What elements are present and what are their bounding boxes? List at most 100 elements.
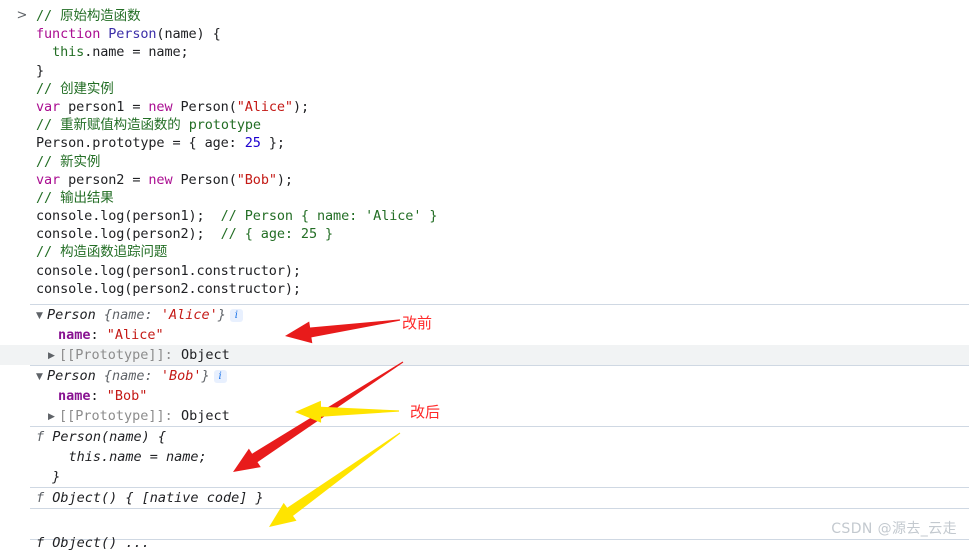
annotation-label: 改后 (410, 403, 441, 421)
function-source-text: } (52, 469, 61, 485)
disclosure-triangle-open-icon[interactable]: ▼ (36, 367, 47, 387)
function-result-line[interactable]: f Person(name) { (0, 427, 969, 447)
code-token: new (148, 171, 173, 188)
object-preview: {name: 'Alice'} (104, 307, 226, 323)
code-token: "Bob" (236, 171, 277, 188)
code-line: console.log(person2.constructor); (36, 280, 969, 298)
devtools-console-panel: > // 原始构造函数 function Person(name) { this.… (0, 0, 969, 551)
code-token: console.log(person1); (36, 208, 205, 225)
property-key: name (58, 388, 91, 404)
result-separator (30, 508, 969, 509)
preview-value: 'Alice' (160, 307, 218, 323)
prototype-value: Object (180, 347, 230, 363)
object-prototype-row[interactable]: ▶ [[Prototype]]: Object (0, 406, 969, 426)
code-token: var (36, 98, 61, 115)
info-badge-icon[interactable]: i (213, 370, 227, 383)
code-token: console.log(person2.constructor); (36, 280, 301, 297)
prototype-value: Object (180, 408, 230, 424)
property-separator: : (90, 327, 107, 343)
code-line: console.log(person2); // { age: 25 } (36, 225, 969, 243)
code-token: // 重新赋值构造函数的 prototype (36, 117, 261, 134)
prototype-key: [[Prototype]] (59, 347, 165, 363)
preview-close: } (217, 307, 226, 323)
preview-open: {name: (103, 368, 161, 384)
function-source-text: Object() { [native code] } (52, 490, 264, 506)
function-marker-icon: f (36, 429, 53, 445)
code-line: console.log(person1); // Person { name: … (36, 207, 969, 225)
code-token: this (52, 44, 85, 61)
watermark: CSDN @源去_云走 (831, 521, 957, 537)
disclosure-triangle-open-icon[interactable]: ▼ (36, 306, 47, 326)
annotation-label: 改前 (402, 314, 433, 332)
code-token: // 输出结果 (36, 189, 114, 206)
code-token: // { age: 25 } (204, 226, 334, 243)
prototype-key: [[Prototype]] (59, 408, 165, 424)
prototype-separator: : (164, 408, 181, 424)
code-token: Person( (172, 171, 237, 188)
code-token: ); (292, 98, 309, 115)
code-line: var person1 = new Person("Alice"); (36, 98, 969, 116)
object-header-row[interactable]: ▼ Person {name: 'Alice'} i (0, 305, 969, 325)
code-token: Person.prototype = { age: (36, 135, 245, 152)
info-badge-icon[interactable]: i (229, 309, 243, 322)
code-token: // 原始构造函数 (36, 8, 141, 24)
code-token: function (36, 26, 109, 43)
code-token: person2 = (60, 171, 149, 188)
code-line: console.log(person1.constructor); (36, 262, 969, 280)
object-constructor-name: Person (47, 307, 104, 323)
code-token: // 创建实例 (36, 80, 114, 97)
code-line: // 原始构造函数 (36, 7, 969, 25)
code-token: }; (260, 135, 285, 152)
object-prototype-row[interactable]: ▶ [[Prototype]]: Object (0, 345, 969, 365)
object-header-row[interactable]: ▼ Person {name: 'Bob'} i (0, 366, 969, 386)
code-token: console.log(person2); (36, 226, 205, 243)
function-marker-icon: f (36, 490, 53, 506)
object-result-group: ▼ Person {name: 'Alice'} i name: "Alice" ▶[[… (0, 305, 969, 365)
code-token: } (36, 62, 45, 79)
property-value: "Bob" (106, 388, 148, 404)
prompt-chevron-icon: > (16, 8, 28, 23)
disclosure-triangle-closed-icon[interactable]: ▶ (48, 346, 59, 366)
function-result-line[interactable]: this.name = name; (0, 447, 969, 467)
console-source-code: // 原始构造函数 function Person(name) { this.na… (0, 7, 969, 298)
function-result-group: f Object() { [native code] } (0, 488, 969, 508)
code-line: // 新实例 (36, 153, 969, 171)
preview-open: {name: (103, 307, 161, 323)
code-token: person1 = (60, 98, 149, 115)
object-property-row[interactable]: name: "Alice" (0, 325, 969, 345)
code-token: "Alice" (236, 98, 293, 115)
code-line: // 重新赋值构造函数的 prototype (36, 116, 969, 134)
prototype-separator: : (164, 347, 181, 363)
code-line: Person.prototype = { age: 25 }; (36, 134, 969, 152)
disclosure-triangle-closed-icon[interactable]: ▶ (48, 407, 59, 427)
property-value: "Alice" (106, 327, 164, 343)
code-line: function Person(name) { (36, 25, 969, 43)
code-line: var person2 = new Person("Bob"); (36, 171, 969, 189)
code-line: // 输出结果 (36, 189, 969, 207)
code-token: // 构造函数追踪问题 (36, 244, 168, 261)
code-token: .name = name; (84, 44, 189, 61)
code-line: } (36, 62, 969, 80)
function-result-group: f Person(name) { this.name = name; } (0, 427, 969, 487)
code-line: this.name = name; (36, 43, 969, 61)
function-source-text: this.name = name; (52, 449, 207, 465)
console-results: ▼ Person {name: 'Alice'} i name: "Alice" ▶[[… (0, 305, 969, 509)
property-key: name (58, 327, 91, 343)
code-token: Person( (172, 98, 237, 115)
function-result-line[interactable]: f Object() { [native code] } (0, 488, 969, 508)
object-constructor-name: Person (47, 368, 104, 384)
code-token: console.log(person1.constructor); (36, 262, 301, 279)
code-token: 25 (244, 135, 261, 152)
code-token: var (36, 171, 61, 188)
object-preview: {name: 'Bob'} (104, 368, 210, 384)
function-result-line[interactable]: } (0, 467, 969, 487)
code-token: new (148, 98, 173, 115)
code-token: // Person { name: 'Alice' } (204, 208, 438, 225)
object-property-row[interactable]: name: "Bob" (0, 386, 969, 406)
console-input-block[interactable]: > // 原始构造函数 function Person(name) { this.… (0, 0, 969, 304)
code-line: // 构造函数追踪问题 (36, 243, 969, 261)
code-token: // 新实例 (36, 153, 101, 170)
